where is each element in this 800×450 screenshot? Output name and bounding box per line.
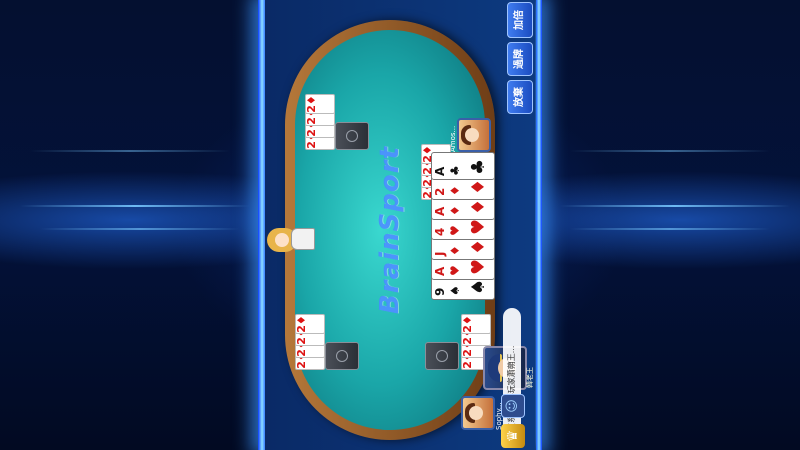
player-hand: 2♦ 2♦ 2♦ 2♦ bbox=[305, 94, 335, 150]
pass-button[interactable]: 過牌 bbox=[507, 42, 533, 76]
light-streak bbox=[40, 228, 240, 230]
light-streak bbox=[570, 228, 770, 230]
light-streak bbox=[570, 150, 770, 152]
card-back-icon bbox=[325, 342, 359, 370]
giveup-button[interactable]: 放棄 bbox=[507, 80, 533, 114]
emoji-icon[interactable]: ☺ bbox=[501, 394, 525, 418]
my-card[interactable]: A ♣ ♣ bbox=[431, 152, 495, 180]
card-back-icon bbox=[425, 342, 459, 370]
player-hand: 2♦ 2♦ 2♦ 2♦ bbox=[295, 314, 325, 370]
card: 2♦ bbox=[295, 315, 308, 333]
phone-edge-right bbox=[536, 0, 542, 450]
player-seat-left: 2♦ 2♦ 2♦ 2♦ bbox=[305, 92, 375, 150]
card: 2♦ bbox=[305, 95, 318, 113]
raise-button[interactable]: 加倍 bbox=[507, 2, 533, 38]
dealer-avatar bbox=[267, 220, 315, 260]
my-hand: 9 ♠ ♠ A ♥ ♥ J ♦ ♦ 4 ♥ ♥ A ♦ ♦ 2 ♦ ♦ A ♣ ♣ bbox=[431, 130, 495, 300]
my-name: 韓老王 bbox=[526, 367, 534, 388]
card: 2♦ bbox=[461, 315, 474, 333]
crown-icon[interactable]: ♛ bbox=[501, 424, 525, 448]
light-streak bbox=[30, 150, 230, 152]
light-streak bbox=[560, 205, 790, 207]
card-back-icon bbox=[335, 122, 369, 150]
light-streak bbox=[20, 205, 250, 207]
table-logo: BrainSport bbox=[375, 145, 405, 315]
avatar[interactable] bbox=[461, 396, 495, 430]
player-seat-bottom-left: 2♦ 2♦ 2♦ 2♦ bbox=[295, 312, 365, 370]
game-screen: BrainSport Amos... 2♦ 2♦ 2♦ 2♦ 2♦ 2♦ 2♦ … bbox=[265, 0, 535, 450]
